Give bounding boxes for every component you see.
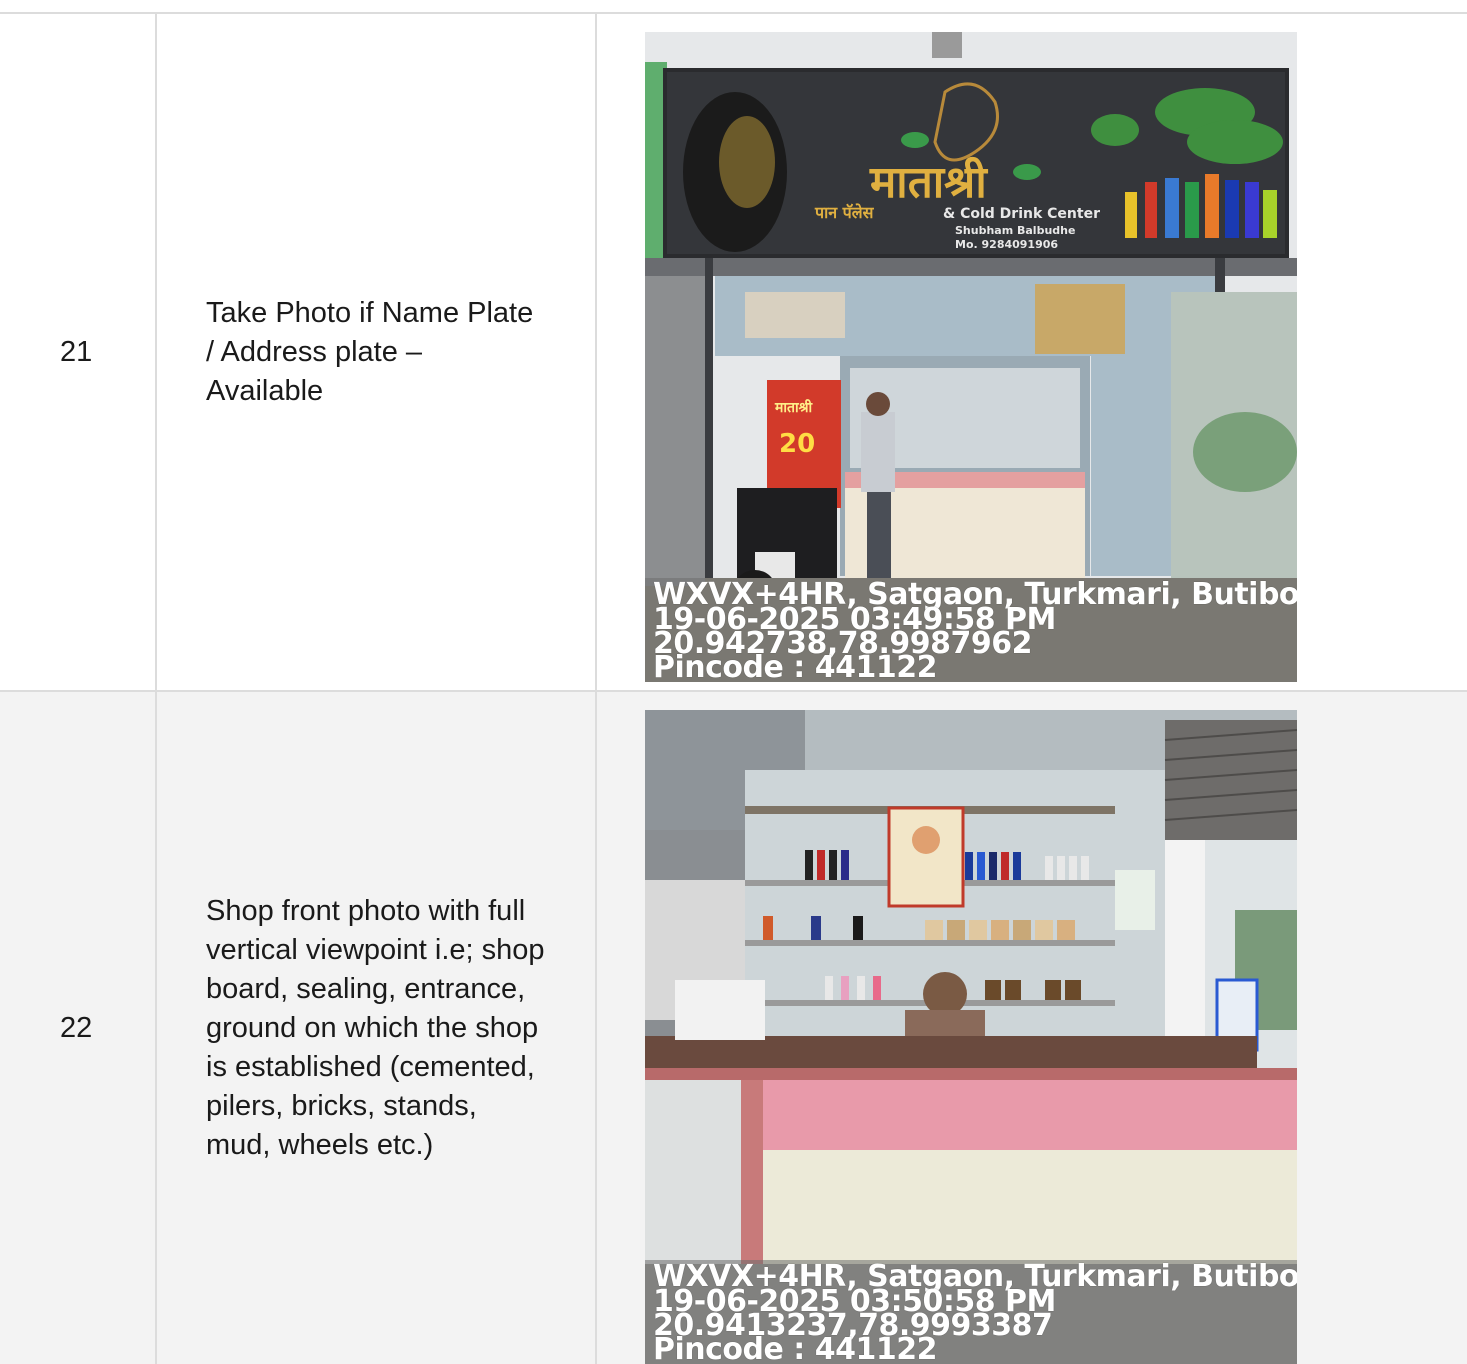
sign-subtitle: पान पॅलेस xyxy=(814,203,875,222)
name-plate-photo[interactable]: माताश्री पान पॅलेस & Cold Drink Center S… xyxy=(645,32,1297,682)
svg-text:माताश्री: माताश्री xyxy=(774,399,814,416)
svg-text:20: 20 xyxy=(779,429,815,459)
table-row: 21 Take Photo if Name Plate / Address pl… xyxy=(0,14,1467,692)
row-number-cell: 21 xyxy=(0,14,157,690)
sign-phone: Mo. 9284091906 xyxy=(955,238,1058,251)
geo-stamp: WXVX+4HR, Satgaon, Turkmari, Butibori, M… xyxy=(645,1260,1297,1364)
row-photo-cell: WXVX+4HR, Satgaon, Turkmari, Butibori, M… xyxy=(597,692,1467,1364)
row-description-cell: Take Photo if Name Plate / Address plate… xyxy=(157,14,597,690)
row-photo-cell: माताश्री पान पॅलेस & Cold Drink Center S… xyxy=(597,14,1467,690)
row-number: 21 xyxy=(60,335,93,368)
row-description: Take Photo if Name Plate / Address plate… xyxy=(206,296,534,407)
row-number-cell: 22 xyxy=(0,692,157,1364)
sign-title: माताश्री xyxy=(869,156,988,208)
row-number: 22 xyxy=(60,1011,93,1044)
sign-owner: Shubham Balbudhe xyxy=(955,224,1075,237)
row-description: Shop front photo with full vertical view… xyxy=(206,894,545,1161)
shop-front-photo[interactable]: WXVX+4HR, Satgaon, Turkmari, Butibori, M… xyxy=(645,710,1297,1364)
row-description-cell: Shop front photo with full vertical view… xyxy=(157,692,597,1364)
table-row: 22 Shop front photo with full vertical v… xyxy=(0,692,1467,1364)
survey-table: 21 Take Photo if Name Plate / Address pl… xyxy=(0,12,1467,1364)
sign-center: & Cold Drink Center xyxy=(943,206,1100,222)
geo-stamp: WXVX+4HR, Satgaon, Turkmari, Butibori, M… xyxy=(645,578,1297,682)
